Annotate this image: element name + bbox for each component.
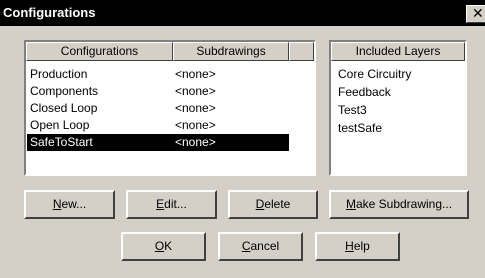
config-name: Open Loop [30, 118, 90, 132]
cancel-button[interactable]: Cancel [218, 232, 303, 261]
config-subdrawing: <none> [175, 101, 216, 115]
config-row[interactable]: SafeToStart <none> [27, 134, 289, 151]
column-header-included-layers[interactable]: Included Layers [331, 42, 465, 61]
column-header-subdrawings[interactable]: Subdrawings [173, 42, 289, 61]
new-label: ew... [61, 197, 87, 211]
column-header-spacer [289, 42, 314, 61]
layer-item[interactable]: Test3 [338, 102, 367, 119]
delete-mnemonic: D [255, 197, 265, 211]
column-header-configurations[interactable]: Configurations [26, 42, 173, 61]
help-mnemonic: H [345, 239, 354, 253]
help-button[interactable]: Help [315, 232, 400, 261]
edit-mnemonic: E [156, 197, 165, 211]
new-button[interactable]: New... [24, 190, 115, 219]
included-layers-list[interactable]: Included Layers Core Circuitry Feedback Te… [329, 40, 467, 176]
config-row[interactable]: Production <none> [27, 66, 289, 83]
window-title: Configurations [3, 5, 96, 20]
config-row[interactable]: Components <none> [27, 83, 289, 100]
config-subdrawing: <none> [175, 67, 216, 81]
title-bar[interactable]: Configurations ✕ [0, 0, 485, 26]
ok-mnemonic: O [154, 239, 165, 253]
config-name: Components [30, 84, 99, 98]
config-name: Production [30, 67, 88, 81]
make-subdrawing-mnemonic: M [345, 197, 356, 211]
config-row[interactable]: Open Loop <none> [27, 117, 289, 134]
delete-button[interactable]: Delete [228, 190, 318, 219]
config-name: Closed Loop [30, 101, 98, 115]
config-subdrawing: <none> [175, 118, 216, 132]
cancel-label: ancel [250, 239, 280, 253]
edit-button[interactable]: Edit... [126, 190, 217, 219]
make-subdrawing-button[interactable]: Make Subdrawing... [329, 190, 469, 219]
ok-label: K [164, 239, 173, 253]
help-label: elp [353, 239, 370, 253]
config-subdrawing: <none> [175, 135, 216, 149]
ok-button[interactable]: OK [121, 232, 206, 261]
layer-item[interactable]: Core Circuitry [338, 66, 411, 83]
close-button[interactable]: ✕ [466, 5, 485, 23]
layer-item[interactable]: Feedback [338, 84, 391, 101]
configurations-dialog: Configurations ✕ Configurations Subdrawi… [0, 0, 485, 278]
close-icon: ✕ [472, 6, 484, 22]
config-name: SafeToStart [30, 135, 93, 149]
config-subdrawing: <none> [175, 84, 216, 98]
edit-label: dit... [164, 197, 187, 211]
delete-label: elete [264, 197, 291, 211]
make-subdrawing-label: ake Subdrawing... [355, 197, 453, 211]
configurations-list[interactable]: Configurations Subdrawings Production <no… [24, 40, 316, 176]
layer-item[interactable]: testSafe [338, 120, 382, 137]
config-row[interactable]: Closed Loop <none> [27, 100, 289, 117]
